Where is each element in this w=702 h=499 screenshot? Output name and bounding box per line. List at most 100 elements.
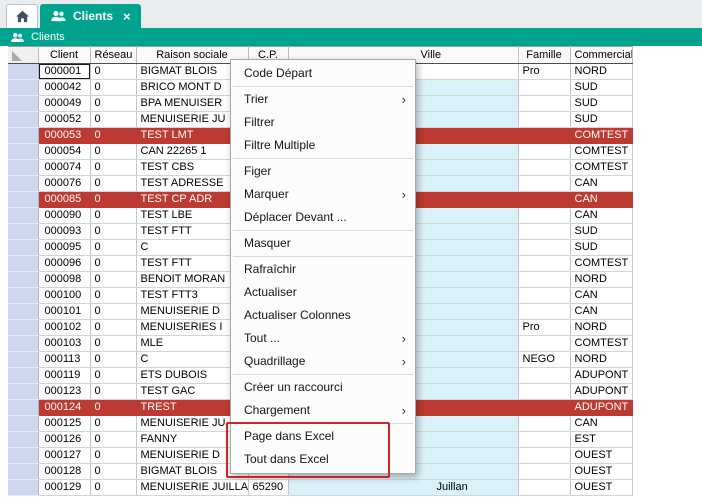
row-selector[interactable] (8, 368, 38, 384)
row-selector[interactable] (8, 464, 38, 480)
cell-commercial[interactable]: CAN (570, 416, 632, 432)
cell-famille[interactable] (518, 288, 570, 304)
cell-commercial[interactable]: SUD (570, 240, 632, 256)
cell-raison-sociale[interactable]: MENUISERIE JUILLANAIS (136, 480, 248, 496)
table-row[interactable]: 000129 0 MENUISERIE JUILLANAIS 65290 Jui… (8, 480, 632, 496)
cell-reseau[interactable]: 0 (90, 240, 136, 256)
cell-commercial[interactable]: CAN (570, 208, 632, 224)
cell-reseau[interactable]: 0 (90, 320, 136, 336)
row-selector[interactable] (8, 336, 38, 352)
cell-client[interactable]: 000126 (38, 432, 90, 448)
cell-reseau[interactable]: 0 (90, 256, 136, 272)
cell-client[interactable]: 000119 (38, 368, 90, 384)
row-selector[interactable] (8, 128, 38, 144)
menu-item[interactable]: Tout ... › (231, 327, 415, 350)
menu-item[interactable]: Actualiser Colonnes (231, 304, 415, 327)
column-header-reseau[interactable]: Réseau (90, 47, 136, 64)
cell-commercial[interactable]: CAN (570, 176, 632, 192)
cell-famille[interactable] (518, 176, 570, 192)
menu-item[interactable]: Actualiser (231, 281, 415, 304)
cell-cp[interactable]: 65290 (248, 480, 288, 496)
cell-client[interactable]: 000085 (38, 192, 90, 208)
row-selector[interactable] (8, 240, 38, 256)
cell-client[interactable]: 000096 (38, 256, 90, 272)
cell-reseau[interactable]: 0 (90, 144, 136, 160)
menu-item[interactable]: Marquer › (231, 183, 415, 206)
row-selector[interactable] (8, 256, 38, 272)
cell-famille[interactable] (518, 96, 570, 112)
menu-item[interactable]: Rafraîchir (231, 258, 415, 281)
cell-commercial[interactable]: SUD (570, 80, 632, 96)
cell-reseau[interactable]: 0 (90, 464, 136, 480)
cell-reseau[interactable]: 0 (90, 96, 136, 112)
row-selector[interactable] (8, 192, 38, 208)
row-selector[interactable] (8, 176, 38, 192)
menu-item[interactable]: Page dans Excel (231, 425, 415, 448)
cell-famille[interactable] (518, 192, 570, 208)
cell-client[interactable]: 000054 (38, 144, 90, 160)
cell-reseau[interactable]: 0 (90, 80, 136, 96)
row-selector[interactable] (8, 432, 38, 448)
row-selector[interactable] (8, 288, 38, 304)
cell-commercial[interactable]: SUD (570, 96, 632, 112)
cell-reseau[interactable]: 0 (90, 64, 136, 80)
row-selector[interactable] (8, 480, 38, 496)
cell-reseau[interactable]: 0 (90, 160, 136, 176)
cell-commercial[interactable]: ADUPONT (570, 400, 632, 416)
cell-client[interactable]: 000102 (38, 320, 90, 336)
cell-commercial[interactable]: CAN (570, 192, 632, 208)
menu-item[interactable]: Masquer (231, 232, 415, 255)
cell-famille[interactable] (518, 128, 570, 144)
cell-reseau[interactable]: 0 (90, 448, 136, 464)
cell-famille[interactable]: Pro (518, 64, 570, 80)
column-header-famille[interactable]: Famille (518, 47, 570, 64)
cell-reseau[interactable]: 0 (90, 288, 136, 304)
cell-client[interactable]: 000127 (38, 448, 90, 464)
cell-client[interactable]: 000001 (38, 64, 90, 80)
cell-commercial[interactable]: CAN (570, 304, 632, 320)
cell-client[interactable]: 000049 (38, 96, 90, 112)
cell-commercial[interactable]: COMTEST (570, 160, 632, 176)
menu-item[interactable]: Chargement › (231, 399, 415, 422)
cell-famille[interactable] (518, 464, 570, 480)
cell-famille[interactable] (518, 400, 570, 416)
cell-client[interactable]: 000093 (38, 224, 90, 240)
cell-client[interactable]: 000100 (38, 288, 90, 304)
row-selector[interactable] (8, 224, 38, 240)
column-header-client[interactable]: Client (38, 47, 90, 64)
cell-client[interactable]: 000053 (38, 128, 90, 144)
cell-famille[interactable] (518, 224, 570, 240)
row-selector[interactable] (8, 416, 38, 432)
row-selector[interactable] (8, 80, 38, 96)
cell-reseau[interactable]: 0 (90, 176, 136, 192)
cell-famille[interactable]: Pro (518, 320, 570, 336)
row-selector[interactable] (8, 352, 38, 368)
cell-reseau[interactable]: 0 (90, 336, 136, 352)
cell-famille[interactable] (518, 80, 570, 96)
cell-famille[interactable] (518, 480, 570, 496)
cell-client[interactable]: 000128 (38, 464, 90, 480)
row-selector[interactable] (8, 208, 38, 224)
row-selector[interactable] (8, 144, 38, 160)
grid-corner-cell[interactable] (8, 47, 38, 64)
row-selector[interactable] (8, 384, 38, 400)
cell-famille[interactable] (518, 416, 570, 432)
cell-famille[interactable] (518, 272, 570, 288)
cell-reseau[interactable]: 0 (90, 480, 136, 496)
cell-commercial[interactable]: ADUPONT (570, 368, 632, 384)
cell-client[interactable]: 000113 (38, 352, 90, 368)
cell-famille[interactable] (518, 448, 570, 464)
cell-reseau[interactable]: 0 (90, 208, 136, 224)
cell-client[interactable]: 000074 (38, 160, 90, 176)
cell-reseau[interactable]: 0 (90, 192, 136, 208)
cell-famille[interactable] (518, 112, 570, 128)
column-header-commercial[interactable]: Commercial (570, 47, 632, 64)
cell-commercial[interactable]: COMTEST (570, 336, 632, 352)
cell-famille[interactable] (518, 144, 570, 160)
cell-client[interactable]: 000042 (38, 80, 90, 96)
menu-item[interactable]: Déplacer Devant ... (231, 206, 415, 229)
cell-commercial[interactable]: OUEST (570, 448, 632, 464)
menu-item[interactable]: Trier › (231, 88, 415, 111)
cell-reseau[interactable]: 0 (90, 352, 136, 368)
close-icon[interactable]: × (123, 10, 131, 23)
